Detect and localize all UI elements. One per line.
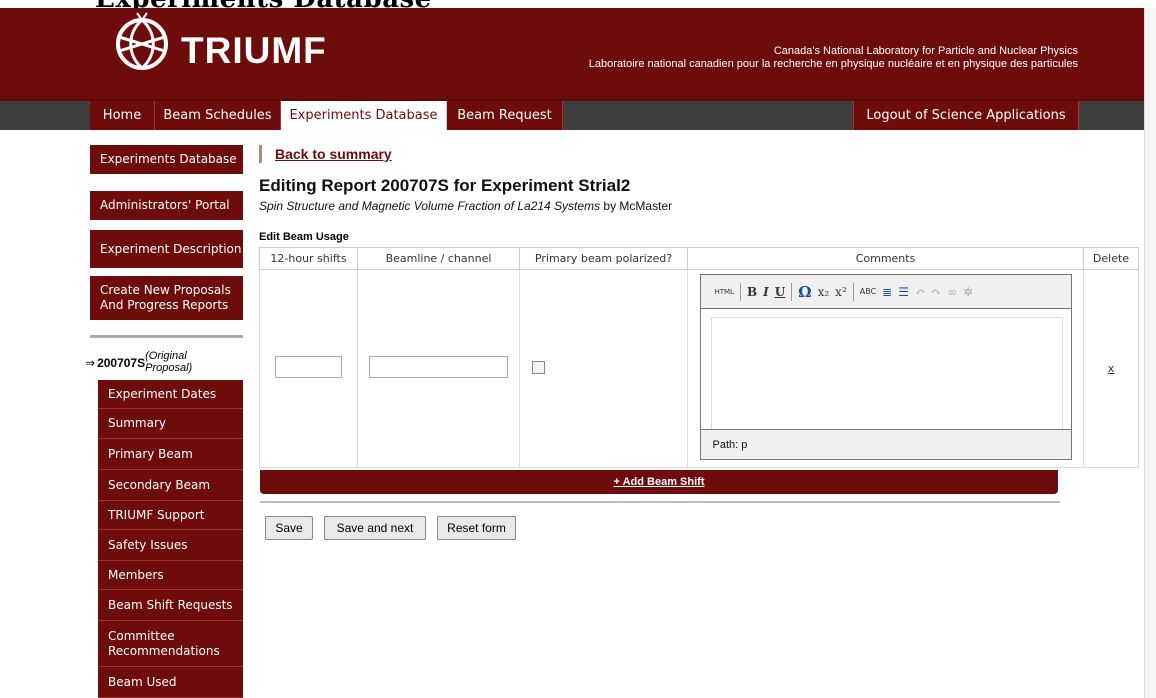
special-char-icon[interactable]: Ω xyxy=(798,283,811,301)
toolbar-separator xyxy=(791,282,793,301)
sidebar-item-members[interactable]: Members xyxy=(98,561,243,590)
sidebar-item-primary-beam[interactable]: Primary Beam xyxy=(98,439,243,470)
header-tagline: Canada's National Laboratory for Particl… xyxy=(589,45,1078,71)
bold-icon[interactable]: B xyxy=(747,285,757,299)
save-button[interactable]: Save xyxy=(265,516,313,540)
sidebar-item-safety-issues[interactable]: Safety Issues xyxy=(98,530,243,561)
italic-icon[interactable]: I xyxy=(763,285,769,299)
delete-row-link[interactable]: x xyxy=(1108,362,1115,375)
sidebar-create-new-proposals[interactable]: Create New Proposals And Progress Report… xyxy=(90,276,243,320)
section-label: Edit Beam Usage xyxy=(259,231,349,243)
spellcheck-icon[interactable]: ABC xyxy=(860,287,876,296)
sidebar-item-committee-recommendations[interactable]: Committee Recommendations xyxy=(98,621,243,667)
sidebar-experiments-database[interactable]: Experiments Database xyxy=(90,145,243,174)
nav-beam-request[interactable]: Beam Request xyxy=(447,101,563,130)
nav-home[interactable]: Home xyxy=(90,101,155,130)
sidebar-experiment-description[interactable]: Experiment Description xyxy=(90,230,243,268)
sidebar-item-summary[interactable]: Summary xyxy=(98,409,243,439)
undo-icon[interactable]: ↶ xyxy=(915,285,925,299)
page-title: Editing Report 200707S for Experiment St… xyxy=(259,176,631,195)
editor-path: Path: p xyxy=(700,429,1071,459)
experiment-subtitle: Spin Structure and Magnetic Volume Fract… xyxy=(259,199,672,213)
ordered-list-icon[interactable]: ≣ xyxy=(882,285,892,299)
save-and-next-button[interactable]: Save and next xyxy=(324,516,426,540)
col-header-polarized: Primary beam polarized? xyxy=(519,247,688,270)
table-row: HTML B I U Ω x₂ x² ABC ≣ ☰ ↶ ↷ ∞ ✲ Path:… xyxy=(259,269,1139,468)
underline-icon[interactable]: U xyxy=(775,285,785,299)
col-header-shifts: 12-hour shifts xyxy=(259,247,358,270)
comments-textarea[interactable] xyxy=(710,317,1063,437)
sidebar-item-beam-used[interactable]: Beam Used xyxy=(98,667,243,698)
triumf-logo-icon xyxy=(116,12,168,70)
reset-form-button[interactable]: Reset form xyxy=(437,516,516,540)
comments-editor: HTML B I U Ω x₂ x² ABC ≣ ☰ ↶ ↷ ∞ ✲ Path:… xyxy=(699,274,1072,460)
experiment-owner: by McMaster xyxy=(600,199,673,213)
tagline-english: Canada's National Laboratory for Particl… xyxy=(773,45,1078,57)
site-header: TRIUMF Canada's National Laboratory for … xyxy=(0,8,1144,101)
sidebar-item-secondary-beam[interactable]: Secondary Beam xyxy=(98,470,243,501)
col-header-beamline: Beamline / channel xyxy=(357,247,520,270)
toolbar-separator xyxy=(739,282,741,301)
beamline-input[interactable] xyxy=(369,356,508,378)
sidebar-item-experiment-dates[interactable]: Experiment Dates xyxy=(98,380,243,409)
html-source-icon[interactable]: HTML xyxy=(715,288,734,296)
superscript-icon[interactable]: x² xyxy=(835,285,847,299)
logo-text: TRIUMF xyxy=(181,30,327,71)
link-icon[interactable]: ∞ xyxy=(947,285,957,299)
beam-usage-table: 12-hour shifts Beamline / channel Primar… xyxy=(259,247,1139,468)
toolbar-separator xyxy=(852,282,854,301)
col-header-delete: Delete xyxy=(1083,247,1139,270)
experiment-name: Spin Structure and Magnetic Volume Fract… xyxy=(259,199,601,213)
subscript-icon[interactable]: x₂ xyxy=(818,285,830,299)
page-scrollbar[interactable] xyxy=(1144,8,1156,698)
nav-beam-schedules[interactable]: Beam Schedules xyxy=(155,101,281,130)
page-top-title-cut: Experiments Database xyxy=(95,0,432,14)
shifts-input[interactable] xyxy=(275,356,342,378)
col-header-comments: Comments xyxy=(687,247,1084,270)
sidebar-divider xyxy=(90,335,243,338)
editor-toolbar: HTML B I U Ω x₂ x² ABC ≣ ☰ ↶ ↷ ∞ ✲ xyxy=(700,275,1071,309)
tagline-french: Laboratoire national canadien pour la re… xyxy=(588,58,1078,70)
table-header-row: 12-hour shifts Beamline / channel Primar… xyxy=(259,247,1139,270)
main-nav: Home Beam Schedules Experiments Database… xyxy=(0,101,1144,130)
add-beam-shift-button[interactable]: + Add Beam Shift xyxy=(260,470,1058,494)
current-report-marker: ⇒ 200707S (Original Proposal) xyxy=(85,350,215,374)
nav-experiments-database[interactable]: Experiments Database xyxy=(281,101,447,130)
arrow-right-icon: ⇒ xyxy=(85,356,96,370)
sidebar-item-triumf-support[interactable]: TRIUMF Support xyxy=(98,501,243,530)
form-divider xyxy=(260,501,1060,503)
sidebar-item-beam-shift-requests[interactable]: Beam Shift Requests xyxy=(98,590,243,621)
nav-logout[interactable]: Logout of Science Applications xyxy=(853,101,1079,130)
back-to-summary-link[interactable]: Back to summary xyxy=(259,145,392,163)
sidebar-administrators-portal[interactable]: Administrators' Portal xyxy=(90,191,243,220)
polarized-checkbox[interactable] xyxy=(532,360,545,374)
unordered-list-icon[interactable]: ☰ xyxy=(898,285,909,299)
redo-icon[interactable]: ↷ xyxy=(931,285,941,299)
report-note: (Original Proposal) xyxy=(145,350,193,374)
unlink-icon[interactable]: ✲ xyxy=(963,285,973,299)
report-id: 200707S xyxy=(97,356,146,370)
